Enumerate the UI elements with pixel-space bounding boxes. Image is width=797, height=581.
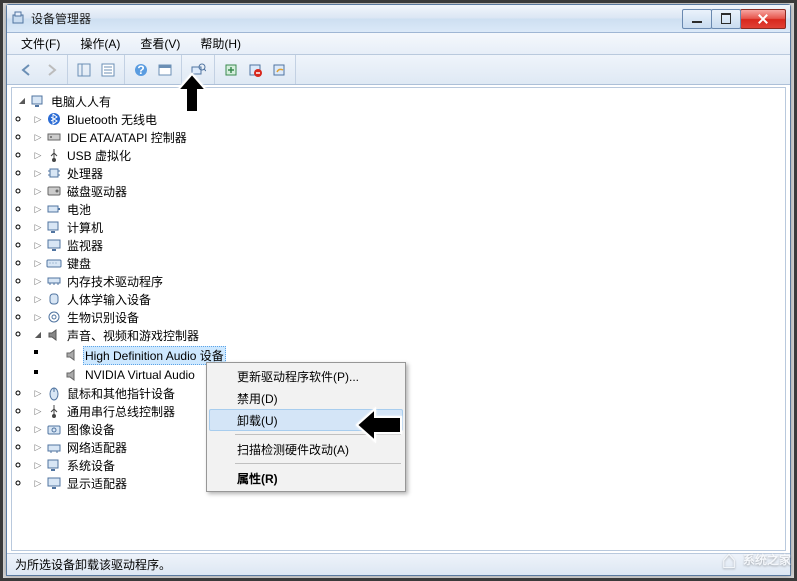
expander-icon[interactable] (30, 237, 46, 254)
properties-button[interactable] (96, 58, 120, 82)
tree-node[interactable]: NVIDIA Virtual Audio (83, 368, 197, 382)
expander-icon[interactable] (30, 309, 46, 326)
toolbar: ? (7, 55, 790, 85)
tree-node[interactable]: 鼠标和其他指针设备 (65, 385, 177, 402)
tree-node[interactable]: Bluetooth 无线电 (65, 111, 159, 128)
imaging-icon (46, 421, 62, 437)
hid-icon (46, 291, 62, 307)
expander-icon[interactable] (30, 385, 46, 402)
ctx-separator (235, 463, 401, 464)
tree-node[interactable]: 监视器 (65, 237, 105, 254)
expander-icon[interactable] (30, 421, 46, 438)
back-button[interactable] (15, 58, 39, 82)
expander-icon[interactable] (30, 183, 46, 200)
tree-node[interactable]: IDE ATA/ATAPI 控制器 (65, 129, 189, 146)
expander-icon[interactable] (30, 147, 46, 164)
ctx-update-driver[interactable]: 更新驱动程序软件(P)... (209, 365, 403, 387)
tree-node[interactable]: 人体学输入设备 (65, 291, 153, 308)
tree-node[interactable]: 系统设备 (65, 457, 117, 474)
window-controls (683, 9, 786, 29)
menu-view[interactable]: 查看(V) (132, 33, 188, 54)
expander-icon[interactable] (30, 111, 46, 128)
network-icon (46, 439, 62, 455)
forward-button[interactable] (39, 58, 63, 82)
ide-icon (46, 129, 62, 145)
usb-icon (46, 147, 62, 163)
mouse-icon (46, 385, 62, 401)
speaker-icon (64, 347, 80, 363)
tree-node[interactable]: 生物识别设备 (65, 309, 141, 326)
menu-action[interactable]: 操作(A) (72, 33, 128, 54)
memory-icon (46, 273, 62, 289)
biometric-icon (46, 309, 62, 325)
disk-icon (46, 183, 62, 199)
watermark-text: 系统之家 (743, 551, 791, 568)
expander-icon[interactable] (14, 93, 30, 109)
usb-controller-icon (46, 403, 62, 419)
menu-file[interactable]: 文件(F) (13, 33, 68, 54)
tree-node-selected[interactable]: High Definition Audio 设备 (83, 346, 226, 365)
tree-node[interactable]: 声音、视频和游戏控制器 (65, 327, 201, 344)
tree-node[interactable]: 键盘 (65, 255, 93, 272)
expander-icon[interactable] (30, 219, 46, 236)
expander-icon[interactable] (30, 255, 46, 272)
expander-icon[interactable] (30, 439, 46, 456)
maximize-button[interactable] (711, 9, 741, 29)
title-bar[interactable]: 设备管理器 (7, 5, 790, 33)
computer-icon (30, 93, 46, 109)
tree-node[interactable]: 网络适配器 (65, 439, 129, 456)
expander-icon[interactable] (30, 273, 46, 290)
display-adapter-icon (46, 475, 62, 491)
expander-icon[interactable] (30, 457, 46, 474)
battery-icon (46, 201, 62, 217)
expander-icon[interactable] (30, 475, 46, 492)
uninstall-button[interactable] (243, 58, 267, 82)
menu-bar: 文件(F) 操作(A) 查看(V) 帮助(H) (7, 33, 790, 55)
window-title: 设备管理器 (31, 10, 683, 27)
watermark: ⌂ 系统之家 (721, 544, 791, 575)
tree-node[interactable]: 计算机 (65, 219, 105, 236)
close-button[interactable] (740, 9, 786, 29)
status-bar: 为所选设备卸载该驱动程序。 (7, 553, 790, 575)
tree-node[interactable]: 通用串行总线控制器 (65, 403, 177, 420)
disable-button[interactable] (267, 58, 291, 82)
expander-icon[interactable] (30, 403, 46, 420)
tree-node[interactable]: 磁盘驱动器 (65, 183, 129, 200)
tree-node[interactable]: USB 虚拟化 (65, 147, 133, 164)
sound-icon (46, 327, 62, 343)
tree-node[interactable]: 处理器 (65, 165, 105, 182)
speaker-icon (64, 367, 80, 383)
ctx-properties[interactable]: 属性(R) (209, 467, 403, 489)
tree-node[interactable]: 显示适配器 (65, 475, 129, 492)
svg-text:?: ? (137, 63, 144, 77)
tree-node[interactable]: 电池 (65, 201, 93, 218)
system-icon (46, 457, 62, 473)
expander-icon[interactable] (30, 165, 46, 182)
show-hide-tree-button[interactable] (72, 58, 96, 82)
expander-icon[interactable] (30, 291, 46, 308)
house-icon: ⌂ (721, 544, 737, 575)
tree-node[interactable]: 内存技术驱动程序 (65, 273, 165, 290)
app-icon (11, 11, 27, 27)
menu-help[interactable]: 帮助(H) (192, 33, 249, 54)
expander-icon[interactable] (30, 201, 46, 218)
monitor-icon (46, 237, 62, 253)
cpu-icon (46, 165, 62, 181)
minimize-button[interactable] (682, 9, 712, 29)
computer-icon (46, 219, 62, 235)
help-button[interactable]: ? (129, 58, 153, 82)
bluetooth-icon (46, 111, 62, 127)
keyboard-icon (46, 255, 62, 271)
tree-node[interactable]: 图像设备 (65, 421, 117, 438)
expander-icon[interactable] (30, 327, 46, 343)
annotation-arrow-left (355, 405, 405, 448)
annotation-arrow-up (172, 72, 212, 119)
status-text: 为所选设备卸载该驱动程序。 (15, 556, 171, 573)
tree-root[interactable]: 电脑人人有 (49, 93, 113, 110)
expander-icon[interactable] (30, 129, 46, 146)
update-driver-button[interactable] (219, 58, 243, 82)
